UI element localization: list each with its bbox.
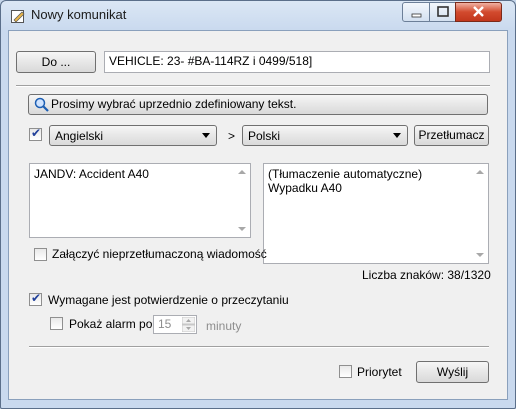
maximize-icon: [437, 6, 449, 17]
scroll-down-icon: [238, 227, 246, 231]
alarm-minutes-stepper[interactable]: 15: [153, 315, 197, 334]
magnifier-icon: [34, 97, 49, 112]
to-button[interactable]: Do ...: [16, 51, 96, 73]
scroll-up-icon: [476, 170, 484, 174]
dialog-window: Nowy komunikat Do ... VEHICLE: 23- #BA-1…: [0, 0, 516, 409]
chevron-down-icon: [393, 133, 401, 138]
source-language-select[interactable]: Angielski: [49, 125, 217, 146]
stepper-arrows-icon: [182, 317, 195, 332]
send-button[interactable]: Wyślij: [416, 361, 489, 383]
close-button[interactable]: [455, 2, 502, 22]
source-scrollbar[interactable]: [234, 164, 250, 237]
read-confirmation-label: Wymagane jest potwierdzenie o przeczytan…: [48, 293, 289, 307]
maximize-button[interactable]: [429, 2, 457, 22]
translation-checkbox[interactable]: [29, 126, 42, 141]
priority-label: Priorytet: [357, 365, 402, 379]
attach-untranslated-label: Załączyć nieprzetłumaczoną wiadomość: [52, 247, 267, 261]
minimize-button[interactable]: [402, 2, 431, 22]
separator: [29, 346, 489, 348]
chevron-down-icon: [202, 133, 210, 138]
alarm-label: Pokaż alarm po: [69, 317, 153, 331]
close-icon: [473, 6, 484, 17]
title-bar[interactable]: Nowy komunikat: [1, 1, 515, 29]
language-arrow: >: [228, 129, 236, 143]
alarm-minutes-value: 15: [158, 317, 172, 331]
source-text: JANDV: Accident A40: [34, 167, 149, 181]
translated-text-area[interactable]: (Tłumaczenie automatyczne) Wypadku A40: [263, 163, 489, 264]
dialog-body: Do ... VEHICLE: 23- #BA-114RZ i 0499/518…: [8, 30, 508, 400]
recipient-input[interactable]: VEHICLE: 23- #BA-114RZ i 0499/518]: [104, 51, 490, 73]
alarm-checkbox[interactable]: [50, 317, 63, 330]
window-title: Nowy komunikat: [31, 7, 127, 22]
translate-button[interactable]: Przetłumacz: [414, 125, 489, 146]
attach-untranslated-checkbox[interactable]: [34, 248, 47, 261]
source-text-area[interactable]: JANDV: Accident A40: [29, 163, 251, 238]
priority-checkbox[interactable]: [339, 365, 352, 378]
predefined-text-label: Prosimy wybrać uprzednio zdefiniowany te…: [51, 97, 297, 111]
translated-scrollbar[interactable]: [472, 164, 488, 263]
source-language-value: Angielski: [55, 129, 104, 143]
scroll-up-icon: [238, 170, 246, 174]
alarm-unit-label: minuty: [206, 319, 242, 333]
translated-text: (Tłumaczenie automatyczne) Wypadku A40: [268, 167, 426, 195]
target-language-value: Polski: [248, 129, 281, 143]
separator: [16, 85, 490, 87]
read-confirmation-checkbox[interactable]: [29, 291, 42, 306]
message-edit-icon: [11, 10, 25, 23]
char-count: Liczba znaków: 38/1320: [362, 268, 491, 282]
scroll-down-icon: [476, 253, 484, 257]
target-language-select[interactable]: Polski: [242, 125, 408, 146]
minimize-icon: [411, 13, 422, 18]
predefined-text-button[interactable]: Prosimy wybrać uprzednio zdefiniowany te…: [28, 94, 488, 115]
